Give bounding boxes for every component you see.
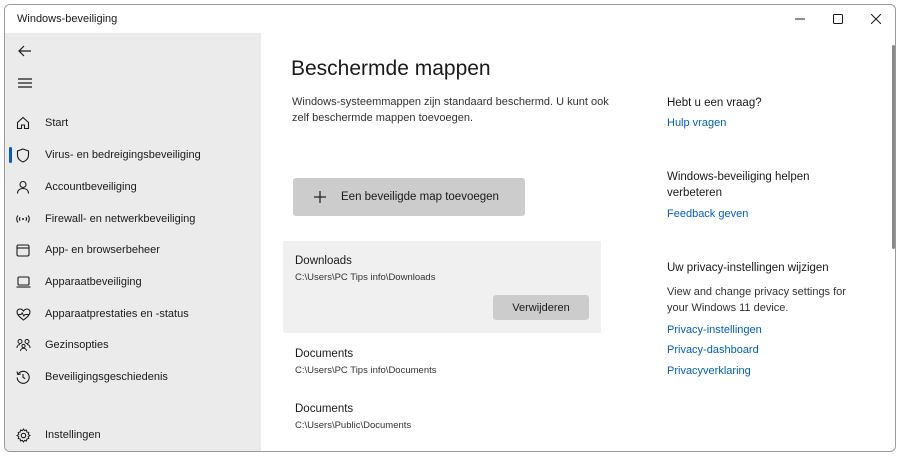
minimize-button[interactable] [781, 5, 819, 33]
person-icon [13, 177, 33, 197]
sidebar-item-label: Start [45, 117, 69, 129]
sidebar-item-app-browser[interactable]: App- en browserbeheer [5, 236, 261, 264]
folder-name: Downloads [295, 255, 352, 267]
plus-icon [313, 190, 327, 204]
wifi-icon [13, 209, 33, 229]
sidebar-item-history[interactable]: Beveiligingsgeschiedenis [5, 363, 261, 391]
active-indicator [9, 147, 12, 163]
laptop-icon [13, 272, 33, 292]
sidebar-item-device-security[interactable]: Apparaatbeveiliging [5, 268, 261, 296]
gear-icon [13, 425, 33, 445]
hamburger-icon [18, 78, 32, 88]
family-icon [13, 335, 33, 355]
folder-item[interactable]: Documents C:\Users\Public\Documents [283, 393, 601, 443]
sidebar-item-label: Firewall- en netwerkbeveiliging [45, 213, 196, 225]
question-heading: Hebt u een vraag? [667, 97, 762, 109]
shield-icon [13, 145, 33, 165]
sidebar-item-label: Apparaatbeveiliging [45, 276, 142, 288]
sidebar-item-label: App- en browserbeheer [45, 244, 160, 256]
minimize-icon [795, 18, 805, 20]
privacy-description: View and change privacy settings for you… [667, 286, 846, 314]
back-arrow-icon [18, 45, 31, 57]
improve-heading: Windows-beveiliging helpen verbeteren [667, 171, 810, 199]
remove-folder-button[interactable]: Verwijderen [493, 295, 589, 320]
sidebar-item-label: Accountbeveiliging [45, 181, 137, 193]
sidebar-item-firewall[interactable]: Firewall- en netwerkbeveiliging [5, 205, 261, 233]
add-button-label: Een beveiligde map toevoegen [341, 191, 499, 203]
sidebar: Start Virus- en bedreigingsbeveiliging A… [5, 33, 261, 451]
folder-name: Documents [295, 403, 354, 415]
window-controls [781, 5, 895, 33]
sidebar-item-account[interactable]: Accountbeveiliging [5, 173, 261, 201]
sidebar-item-label: Beveiligingsgeschiedenis [45, 371, 168, 383]
help-link[interactable]: Hulp vragen [667, 117, 726, 129]
browser-icon [13, 240, 33, 260]
home-icon [13, 113, 33, 133]
settings-label: Instellingen [45, 429, 101, 441]
app-window: Windows-beveiliging Start Virus- en bedr… [4, 4, 896, 452]
sidebar-item-label: Virus- en bedreigingsbeveiliging [45, 149, 201, 161]
page-title: Beschermde mappen [291, 57, 491, 80]
close-icon [871, 14, 881, 24]
folder-item[interactable]: Documents C:\Users\PC Tips info\Document… [283, 338, 601, 388]
sidebar-item-device-performance[interactable]: Apparaatprestaties en -status [5, 300, 261, 328]
title-bar: Windows-beveiliging [5, 5, 895, 33]
heart-icon [13, 304, 33, 324]
sidebar-item-virus-protection[interactable]: Virus- en bedreigingsbeveiliging [5, 141, 261, 169]
folder-name: Documents [295, 348, 354, 360]
main-content: Beschermde mappen Windows-systeemmappen … [261, 33, 881, 451]
scrollbar-thumb[interactable] [892, 45, 895, 249]
feedback-link[interactable]: Feedback geven [667, 208, 748, 220]
folder-path: C:\Users\PC Tips info\Documents [295, 365, 437, 376]
privacy-dashboard-link[interactable]: Privacy-dashboard [667, 344, 759, 356]
privacy-settings-link[interactable]: Privacy-instellingen [667, 324, 762, 336]
window-title: Windows-beveiliging [17, 13, 118, 25]
add-protected-folder-button[interactable]: Een beveiligde map toevoegen [293, 178, 525, 216]
menu-button[interactable] [15, 73, 35, 93]
privacy-heading: Uw privacy-instellingen wijzigen [667, 262, 829, 274]
folder-item[interactable]: Downloads C:\Users\PC Tips info\Download… [283, 241, 601, 333]
maximize-button[interactable] [819, 5, 857, 33]
sidebar-item-settings[interactable]: Instellingen [5, 421, 261, 449]
sidebar-item-family[interactable]: Gezinsopties [5, 331, 261, 359]
sidebar-item-label: Apparaatprestaties en -status [45, 308, 189, 320]
folder-path: C:\Users\PC Tips info\Downloads [295, 272, 436, 283]
sidebar-item-label: Gezinsopties [45, 339, 109, 351]
sidebar-item-start[interactable]: Start [5, 109, 261, 137]
page-description: Windows-systeemmappen zijn standaard bes… [292, 96, 609, 124]
back-button[interactable] [15, 41, 35, 61]
history-icon [13, 367, 33, 387]
close-button[interactable] [857, 5, 895, 33]
privacy-statement-link[interactable]: Privacyverklaring [667, 365, 751, 377]
maximize-icon [833, 14, 843, 24]
folder-path: C:\Users\Public\Documents [295, 420, 412, 431]
